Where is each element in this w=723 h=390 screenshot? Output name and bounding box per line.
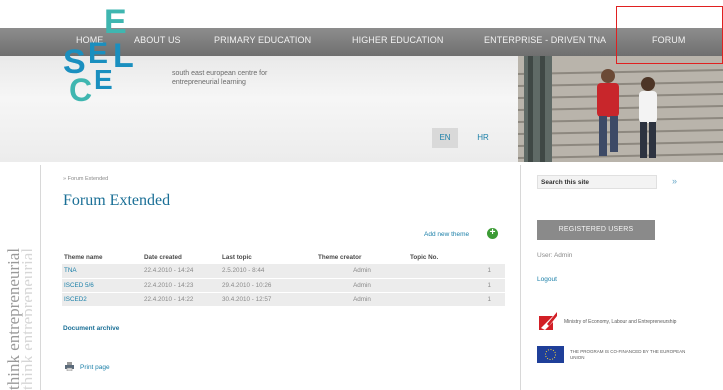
nav-higher-education[interactable]: HIGHER EDUCATION <box>352 28 443 56</box>
forum-table: Theme name Date created Last topic Theme… <box>62 251 505 307</box>
topic-count: 1 <box>408 278 505 293</box>
column-header[interactable]: Theme creator <box>316 251 408 264</box>
theme-creator: Admin <box>316 264 408 279</box>
column-header[interactable]: Date created <box>142 251 220 264</box>
search-submit-button[interactable]: » <box>672 176 677 186</box>
column-header[interactable]: Topic No. <box>408 251 505 264</box>
logo-letter: L <box>113 37 134 75</box>
table-row[interactable]: ISCED2 22.4.2010 - 14:22 30.4.2010 - 12:… <box>62 292 505 307</box>
logo-letter: E <box>104 3 127 41</box>
date-created: 22.4.2010 - 14:22 <box>142 292 220 307</box>
column-header[interactable]: Last topic <box>220 251 316 264</box>
side-banner-reflection: think entrepreneurial <box>0 170 32 390</box>
theme-name-link[interactable]: TNA <box>62 264 142 279</box>
add-new-theme-link[interactable]: Add new theme <box>424 231 469 238</box>
nav-primary-education[interactable]: PRIMARY EDUCATION <box>214 28 311 56</box>
header-photo <box>518 56 723 162</box>
seecel-logo: S E E C E L <box>63 0 134 108</box>
logo-letter: E <box>94 64 113 95</box>
search-input[interactable] <box>537 175 657 189</box>
add-icon[interactable]: + <box>487 228 498 239</box>
side-banner-text: think entrepreneurial <box>18 247 32 390</box>
print-page-link[interactable]: Print page <box>80 364 110 371</box>
page-title: Forum Extended <box>63 192 171 209</box>
date-created: 22.4.2010 - 14:23 <box>142 278 220 293</box>
last-topic: 30.4.2010 - 12:57 <box>220 292 316 307</box>
table-header-row: Theme name Date created Last topic Theme… <box>62 251 505 264</box>
theme-creator: Admin <box>316 278 408 293</box>
page-root: { "nav": { "items": ["HOME", "ABOUT US",… <box>0 0 723 390</box>
theme-name-link[interactable]: ISCED2 <box>62 292 142 307</box>
document-archive-link[interactable]: Document archive <box>63 325 119 332</box>
current-user: User: Admin <box>537 252 573 259</box>
printer-icon[interactable] <box>65 362 74 371</box>
column-header[interactable]: Theme name <box>62 251 142 264</box>
ministry-logo[interactable]: Ministry of Economy, Labour and Entrepre… <box>537 312 687 336</box>
eu-text: THE PROGRAM IS CO-FINANCED BY THE EUROPE… <box>570 349 686 360</box>
last-topic: 29.4.2010 - 10:26 <box>220 278 316 293</box>
eu-flag-icon <box>537 346 564 363</box>
theme-name-link[interactable]: ISCED 5/6 <box>62 278 142 293</box>
logout-link[interactable]: Logout <box>537 276 557 283</box>
topic-count: 1 <box>408 292 505 307</box>
tagline: south east european centre for entrepren… <box>172 70 268 86</box>
ministry-emblem-icon <box>539 312 557 330</box>
nav-about-us[interactable]: ABOUT US <box>134 28 181 56</box>
date-created: 22.4.2010 - 14:24 <box>142 264 220 279</box>
registered-users-header: REGISTERED USERS <box>537 220 655 240</box>
stairs-photo-illustration <box>518 56 723 162</box>
topic-count: 1 <box>408 264 505 279</box>
left-divider <box>40 165 41 390</box>
eu-logo[interactable]: THE PROGRAM IS CO-FINANCED BY THE EUROPE… <box>537 345 697 365</box>
lang-en-button[interactable]: EN <box>432 128 458 148</box>
last-topic: 2.5.2010 - 8:44 <box>220 264 316 279</box>
nav-forum[interactable]: FORUM <box>652 28 686 56</box>
table-row[interactable]: ISCED 5/6 22.4.2010 - 14:23 29.4.2010 - … <box>62 278 505 293</box>
table-row[interactable]: TNA 22.4.2010 - 14:24 2.5.2010 - 8:44 Ad… <box>62 264 505 279</box>
lang-hr-button[interactable]: HR <box>470 128 496 148</box>
breadcrumb[interactable]: » Forum Extended <box>63 176 108 182</box>
right-divider <box>520 165 521 390</box>
nav-enterprise-driven-tna[interactable]: ENTERPRISE - DRIVEN TNA <box>484 28 606 56</box>
ministry-text: Ministry of Economy, Labour and Entrepre… <box>564 319 677 325</box>
theme-creator: Admin <box>316 292 408 307</box>
logo-letter: C <box>69 72 93 108</box>
